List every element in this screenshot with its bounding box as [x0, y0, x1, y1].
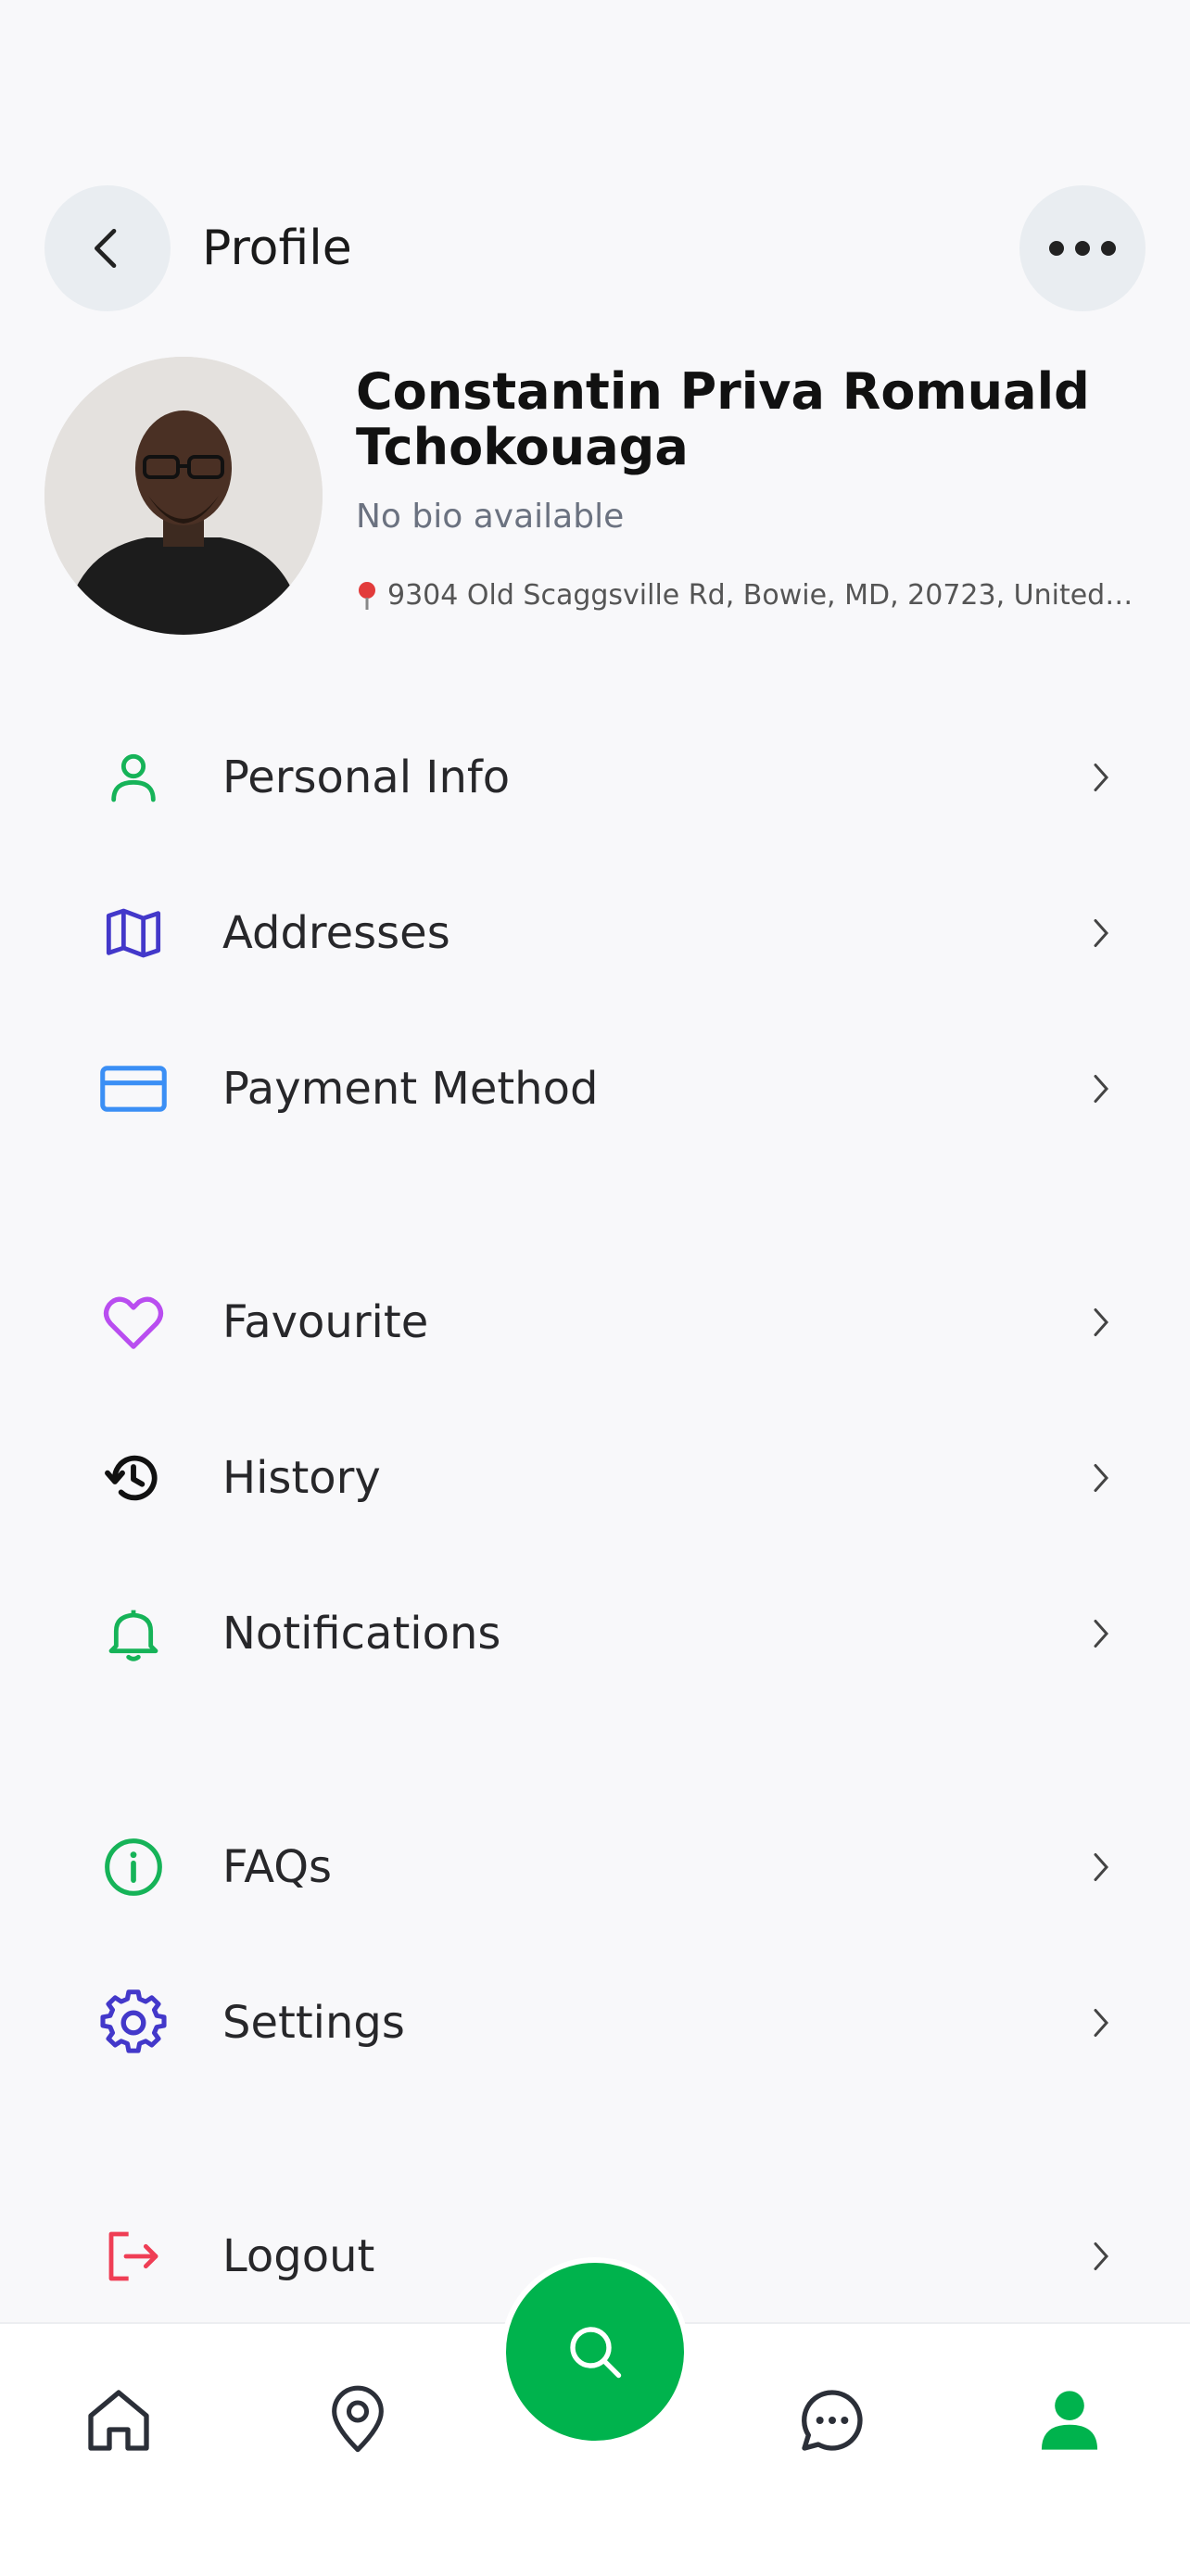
menu-label: Settings: [222, 1997, 405, 2049]
chevron-right-icon: [1094, 1620, 1109, 1648]
nav-chat-button[interactable]: [788, 2376, 877, 2465]
menu-item-personal-info[interactable]: Personal Info: [0, 717, 1190, 838]
chat-icon: [802, 2390, 863, 2451]
chevron-right-icon: [1094, 1853, 1109, 1881]
menu-item-notifications[interactable]: Notifications: [0, 1573, 1190, 1694]
menu-label: Personal Info: [222, 751, 511, 803]
location-pin-icon: [332, 2385, 384, 2453]
menu-label: Addresses: [222, 907, 450, 959]
menu-item-history[interactable]: History: [0, 1418, 1190, 1538]
menu-label: Favourite: [222, 1296, 429, 1348]
page-title: Profile: [202, 221, 352, 276]
menu-item-faqs[interactable]: FAQs: [0, 1807, 1190, 1927]
more-dots-icon: [1049, 241, 1116, 256]
back-button[interactable]: [44, 185, 171, 311]
heart-icon: [103, 1296, 164, 1349]
more-options-button[interactable]: [1019, 185, 1146, 311]
logout-icon: [108, 2231, 158, 2281]
menu-label: Notifications: [222, 1608, 501, 1660]
map-icon: [106, 908, 161, 958]
chevron-right-icon: [1094, 764, 1109, 791]
profile-icon: [1041, 2391, 1098, 2450]
profile-card: Constantin Priva Romuald Tchokouaga No b…: [0, 357, 1190, 635]
profile-location: 9304 Old Scaggsville Rd, Bowie, MD, 2072…: [356, 579, 1134, 612]
gear-icon: [100, 1989, 167, 2053]
home-icon: [88, 2390, 149, 2451]
menu-label: Payment Method: [222, 1063, 599, 1115]
bell-icon: [108, 1610, 158, 1661]
header: Profile: [0, 185, 1190, 311]
menu-label: Logout: [222, 2230, 375, 2282]
credit-card-icon: [100, 1066, 167, 1112]
history-icon: [105, 1455, 158, 1501]
menu-label: FAQs: [222, 1841, 332, 1893]
chevron-right-icon: [1094, 2242, 1109, 2270]
avatar-photo: [44, 357, 323, 635]
menu-item-settings[interactable]: Settings: [0, 1963, 1190, 2083]
chevron-right-icon: [1094, 919, 1109, 947]
menu-label: History: [222, 1452, 381, 1504]
search-icon: [570, 2327, 622, 2379]
avatar[interactable]: [44, 357, 323, 635]
user-icon: [111, 753, 156, 802]
menu-item-payment-method[interactable]: Payment Method: [0, 1029, 1190, 1149]
nav-location-button[interactable]: [313, 2376, 402, 2465]
chevron-right-icon: [1094, 1308, 1109, 1336]
search-fab-button[interactable]: [500, 2257, 690, 2446]
chevron-left-icon: [95, 229, 117, 268]
location-text: 9304 Old Scaggsville Rd, Bowie, MD, 2072…: [387, 579, 1134, 612]
nav-home-button[interactable]: [74, 2376, 163, 2465]
pushpin-icon: [359, 581, 375, 610]
chevron-right-icon: [1094, 1075, 1109, 1103]
profile-bio: No bio available: [356, 498, 625, 536]
info-icon: [105, 1838, 162, 1896]
profile-name: Constantin Priva Romuald Tchokouaga: [356, 362, 1090, 476]
chevron-right-icon: [1094, 2009, 1109, 2037]
menu-item-favourite[interactable]: Favourite: [0, 1262, 1190, 1383]
nav-profile-button[interactable]: [1025, 2376, 1114, 2465]
chevron-right-icon: [1094, 1464, 1109, 1492]
menu-item-addresses[interactable]: Addresses: [0, 873, 1190, 993]
